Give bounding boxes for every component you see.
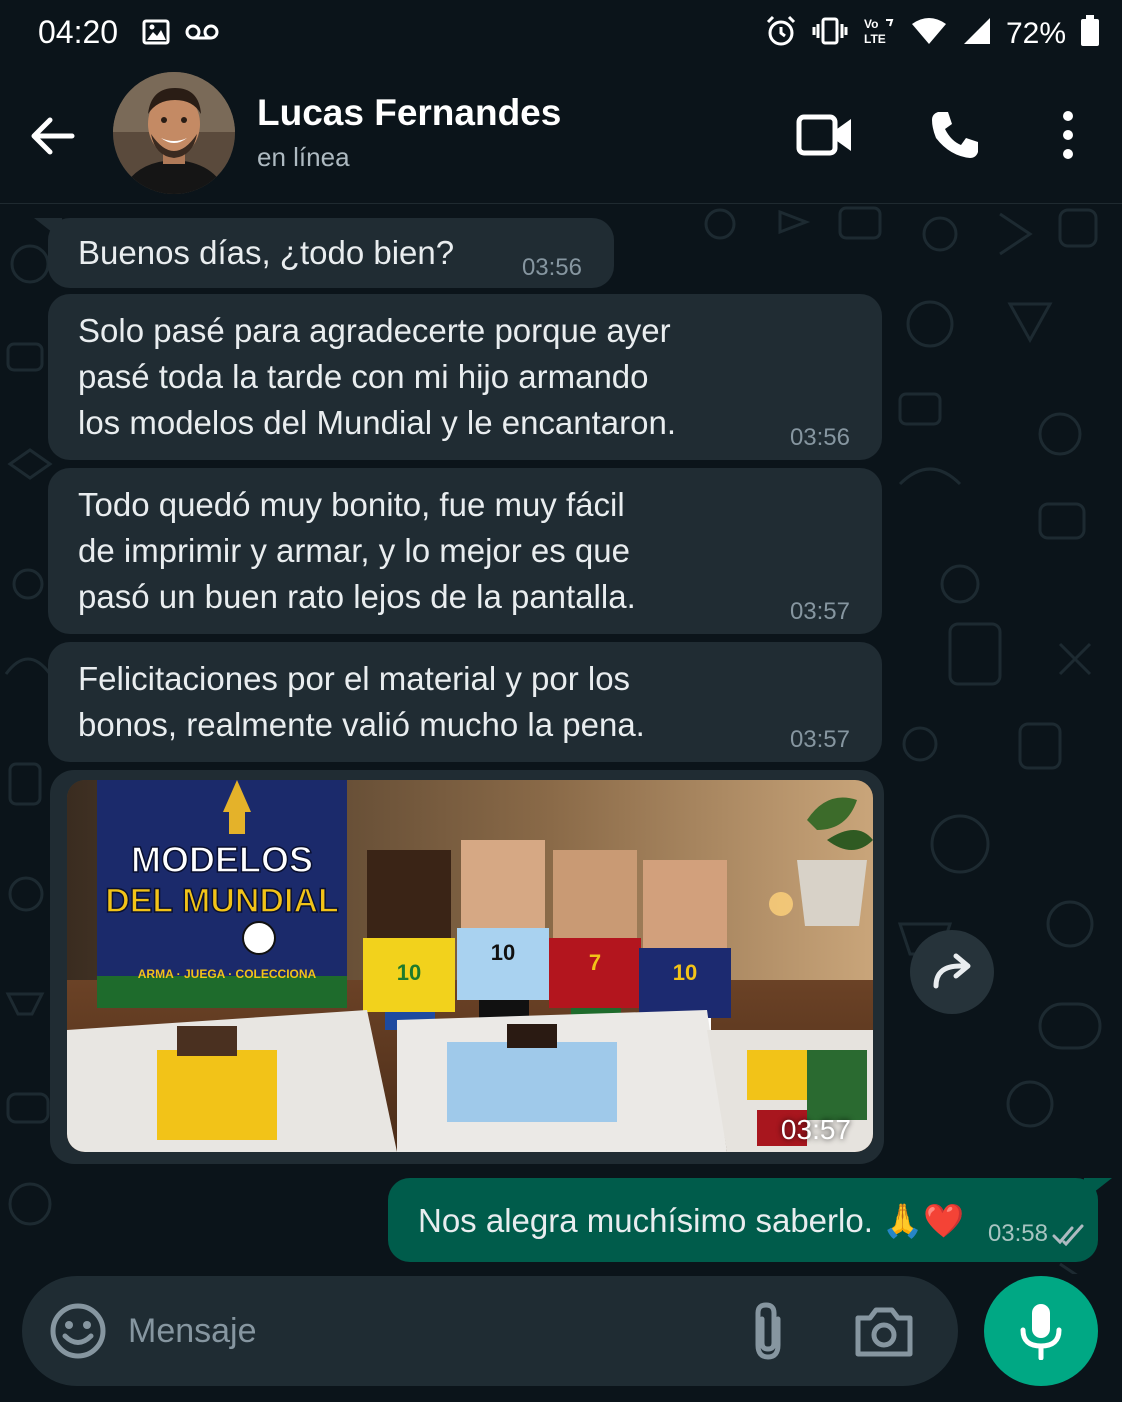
jersey-number: 10 xyxy=(491,940,515,965)
more-options-button[interactable] xyxy=(1036,104,1100,166)
message-time: 03:56 xyxy=(521,254,582,281)
voice-message-button[interactable] xyxy=(984,1276,1098,1386)
bubble-tail xyxy=(34,218,62,240)
message-line: de imprimir y armar, y lo mejor es que xyxy=(78,532,630,569)
box-title-2: DEL MUNDIAL xyxy=(105,882,339,920)
attach-icon xyxy=(755,1302,781,1360)
message-line: bonos, realmente valió mucho la pena. xyxy=(78,706,645,743)
message-photo[interactable]: MODELOS DEL MUNDIAL ARMA · JUEGA · COLEC… xyxy=(67,780,873,1152)
bubble-tail xyxy=(1084,1178,1112,1200)
message-text: Buenos días, ¿todo bien? xyxy=(78,234,455,271)
message-line: los modelos del Mundial y le encantaron. xyxy=(78,404,677,441)
message-time: 03:56 xyxy=(789,424,850,451)
message-input[interactable] xyxy=(128,1298,688,1364)
forward-button[interactable] xyxy=(910,930,994,1014)
gallery-icon xyxy=(142,18,170,51)
box-tagline: ARMA · JUEGA · COLECCIONA xyxy=(138,967,317,981)
incoming-message[interactable]: Solo pasé para agradecerte porque ayer p… xyxy=(48,294,882,460)
vibrate-icon xyxy=(812,16,848,51)
photo-illustration: MODELOS DEL MUNDIAL ARMA · JUEGA · COLEC… xyxy=(67,780,873,1152)
message-line: Felicitaciones por el material y por los xyxy=(78,660,631,697)
message-text: Solo pasé para agradecerte porque ayer p… xyxy=(78,294,848,446)
emoji-icon xyxy=(50,1303,106,1359)
jersey-number: 10 xyxy=(397,960,421,985)
message-time: 03:57 xyxy=(789,598,850,625)
message-time: 03:58 xyxy=(987,1220,1048,1247)
svg-text:LTE: LTE xyxy=(864,32,886,46)
jersey-number: 7 xyxy=(589,950,601,975)
message-time: 03:57 xyxy=(789,726,850,753)
jersey-number: 10 xyxy=(673,960,697,985)
camera-icon xyxy=(855,1307,913,1357)
message-text: Felicitaciones por el material y por los… xyxy=(78,642,848,748)
attach-button[interactable] xyxy=(744,1299,794,1363)
avatar[interactable] xyxy=(113,72,235,194)
message-composer xyxy=(22,1276,958,1386)
status-left-icons xyxy=(142,18,220,51)
incoming-message[interactable]: Felicitaciones por el material y por los… xyxy=(48,642,882,762)
status-time: 04:20 xyxy=(38,14,119,50)
emoji-button[interactable] xyxy=(48,1301,108,1361)
wifi-icon xyxy=(910,16,948,51)
incoming-image-message[interactable]: MODELOS DEL MUNDIAL ARMA · JUEGA · COLEC… xyxy=(50,770,884,1164)
more-options-icon xyxy=(1063,111,1073,159)
forward-icon xyxy=(933,953,971,989)
message-line: pasó un buen rato lejos de la pantalla. xyxy=(78,578,636,615)
battery-percent: 72% xyxy=(1005,16,1066,50)
video-call-icon xyxy=(796,114,851,156)
chat-header: Lucas Fernandes en línea xyxy=(0,68,1122,204)
battery-icon xyxy=(1080,15,1100,52)
camera-button[interactable] xyxy=(852,1300,916,1362)
voice-call-button[interactable] xyxy=(922,104,988,166)
contact-status: en línea xyxy=(257,142,350,172)
box-title-1: MODELOS xyxy=(131,839,313,880)
read-receipt-icon xyxy=(1052,1224,1084,1246)
back-button[interactable] xyxy=(24,108,80,164)
back-arrow-icon xyxy=(31,117,75,155)
voicemail-icon xyxy=(184,18,220,51)
mic-icon xyxy=(1020,1304,1062,1360)
message-line: pasé toda la tarde con mi hijo armando xyxy=(78,358,649,395)
message-text: Todo quedó muy bonito, fue muy fácil de … xyxy=(78,468,848,620)
message-line: Solo pasé para agradecerte porque ayer xyxy=(78,312,671,349)
incoming-message[interactable]: Buenos días, ¿todo bien? 03:56 xyxy=(34,218,614,288)
volte-icon: Vo LTE xyxy=(862,16,896,51)
status-right-icons: Vo LTE 72% xyxy=(764,14,1100,53)
contact-name[interactable]: Lucas Fernandes xyxy=(257,92,561,134)
video-call-button[interactable] xyxy=(792,104,858,166)
outgoing-message[interactable]: Nos alegra muchísimo saberlo. 🙏❤️ 03:58 xyxy=(388,1178,1112,1262)
photo-time: 03:57 xyxy=(780,1114,851,1145)
signal-icon xyxy=(962,16,992,51)
chat-area[interactable]: Buenos días, ¿todo bien? 03:56 Solo pasé… xyxy=(0,204,1122,1274)
incoming-message[interactable]: Todo quedó muy bonito, fue muy fácil de … xyxy=(48,468,882,634)
message-text: Nos alegra muchísimo saberlo. 🙏❤️ xyxy=(418,1202,965,1239)
message-line: Todo quedó muy bonito, fue muy fácil xyxy=(78,486,625,523)
alarm-icon xyxy=(764,14,798,53)
status-bar: 04:20 Vo LTE 72% xyxy=(0,0,1122,68)
voice-call-icon xyxy=(932,112,978,158)
svg-text:Vo: Vo xyxy=(864,17,878,31)
